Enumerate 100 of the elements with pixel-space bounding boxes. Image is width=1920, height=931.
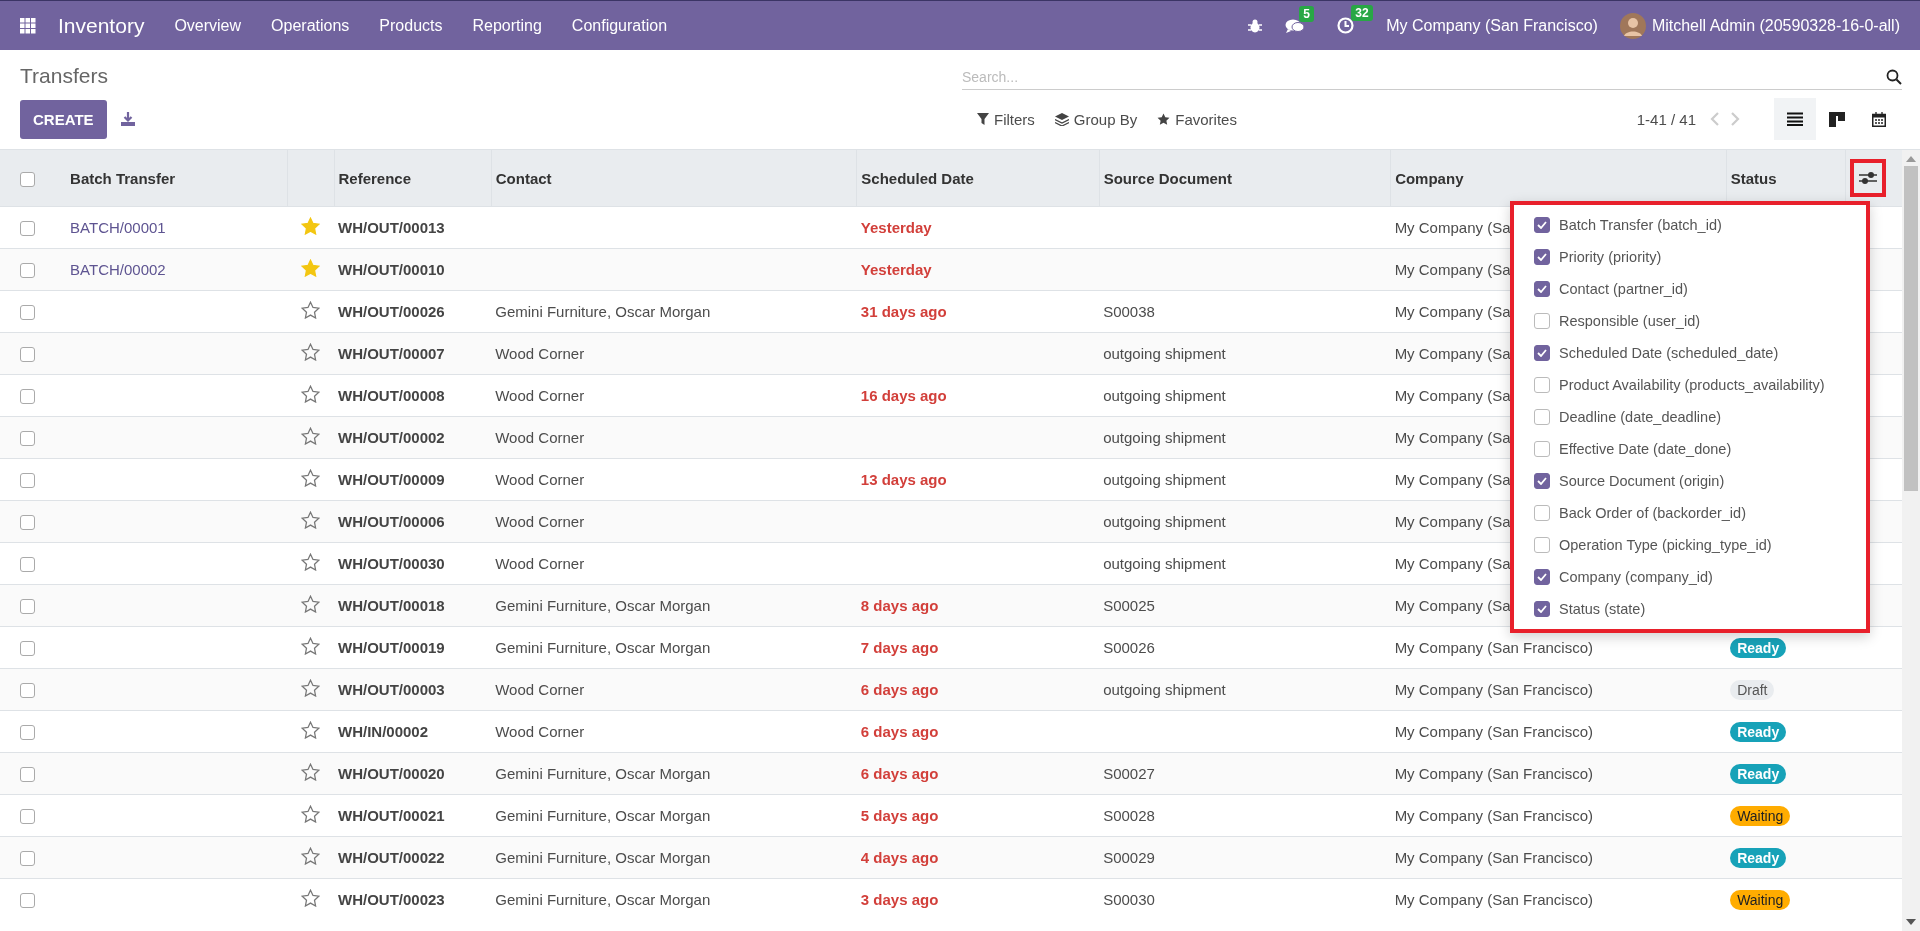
row-checkbox[interactable] bbox=[20, 431, 35, 447]
menu-item[interactable]: Overview bbox=[174, 16, 242, 35]
app-name[interactable]: Inventory bbox=[58, 13, 145, 38]
column-header[interactable]: Reference bbox=[334, 150, 492, 207]
clock-icon[interactable] bbox=[1337, 17, 1355, 34]
checkbox[interactable] bbox=[1534, 569, 1550, 585]
batch-link[interactable]: BATCH/00001 bbox=[70, 219, 166, 236]
star-icon[interactable] bbox=[301, 553, 321, 571]
column-header[interactable]: Contact bbox=[491, 150, 857, 207]
star-icon[interactable] bbox=[301, 259, 321, 277]
column-option[interactable]: Deadline (date_deadline) bbox=[1514, 401, 1866, 433]
row-checkbox[interactable] bbox=[20, 599, 35, 615]
star-icon[interactable] bbox=[301, 889, 321, 907]
table-cell: 7 days ago bbox=[860, 639, 939, 656]
star-icon[interactable] bbox=[301, 763, 321, 781]
column-option[interactable]: Operation Type (picking_type_id) bbox=[1514, 529, 1866, 561]
checkbox[interactable] bbox=[1534, 505, 1550, 521]
star-icon[interactable] bbox=[301, 595, 321, 613]
chat-icon[interactable] bbox=[1285, 17, 1306, 34]
menu-item[interactable]: Products bbox=[379, 16, 443, 35]
row-checkbox[interactable] bbox=[20, 305, 35, 321]
batch-link[interactable]: BATCH/00002 bbox=[70, 261, 166, 278]
menu-item[interactable]: Reporting bbox=[472, 16, 542, 35]
row-checkbox[interactable] bbox=[20, 683, 35, 699]
checkbox[interactable] bbox=[1534, 281, 1550, 297]
star-icon[interactable] bbox=[301, 217, 321, 235]
star-icon[interactable] bbox=[301, 805, 321, 823]
row-checkbox[interactable] bbox=[20, 725, 35, 741]
row-checkbox[interactable] bbox=[20, 851, 35, 867]
checkbox[interactable] bbox=[1534, 217, 1550, 233]
download-icon[interactable] bbox=[120, 112, 135, 126]
user-menu[interactable]: Mitchell Admin (20590328-16-0-all) bbox=[1651, 16, 1900, 35]
row-checkbox[interactable] bbox=[20, 767, 35, 783]
bug-icon[interactable] bbox=[1247, 17, 1264, 34]
view-switch-button[interactable] bbox=[1774, 98, 1816, 140]
apps-grid-icon[interactable] bbox=[20, 17, 36, 34]
column-option[interactable]: Source Document (origin) bbox=[1514, 465, 1866, 497]
optional-columns-toggle[interactable] bbox=[1849, 159, 1886, 197]
pager-value[interactable]: 1-41 / 41 bbox=[1636, 110, 1696, 128]
checkbox[interactable] bbox=[1534, 377, 1550, 393]
star-icon[interactable] bbox=[301, 427, 321, 445]
column-header[interactable]: Company bbox=[1390, 150, 1727, 207]
table-cell: Wood Corner bbox=[495, 555, 585, 572]
column-option[interactable]: Priority (priority) bbox=[1514, 241, 1866, 273]
star-icon[interactable] bbox=[301, 343, 321, 361]
row-checkbox[interactable] bbox=[20, 473, 35, 489]
column-option[interactable]: Batch Transfer (batch_id) bbox=[1514, 209, 1866, 241]
row-checkbox[interactable] bbox=[20, 389, 35, 405]
column-header[interactable]: Batch Transfer bbox=[66, 150, 288, 207]
create-button[interactable]: CREATE bbox=[20, 99, 107, 139]
scrollbar[interactable] bbox=[1902, 150, 1920, 931]
star-icon[interactable] bbox=[301, 721, 321, 739]
column-option[interactable]: Status (state) bbox=[1514, 593, 1866, 625]
avatar-icon[interactable] bbox=[1619, 12, 1646, 39]
company-switcher[interactable]: My Company (San Francisco) bbox=[1386, 16, 1598, 35]
column-option[interactable]: Back Order of (backorder_id) bbox=[1514, 497, 1866, 529]
scroll-up-icon[interactable] bbox=[1906, 156, 1916, 162]
column-option[interactable]: Company (company_id) bbox=[1514, 561, 1866, 593]
star-icon[interactable] bbox=[301, 847, 321, 865]
checkbox[interactable] bbox=[1534, 345, 1550, 361]
column-option[interactable]: Product Availability (products_availability) bbox=[1514, 369, 1866, 401]
menu-item[interactable]: Configuration bbox=[571, 16, 668, 35]
checkbox[interactable] bbox=[1534, 313, 1550, 329]
search-option-button[interactable]: Filters bbox=[971, 106, 1041, 132]
row-checkbox[interactable] bbox=[20, 263, 35, 279]
column-option[interactable]: Contact (partner_id) bbox=[1514, 273, 1866, 305]
table-cell: S00038 bbox=[1103, 303, 1155, 320]
star-icon[interactable] bbox=[301, 301, 321, 319]
row-checkbox[interactable] bbox=[20, 515, 35, 531]
star-icon[interactable] bbox=[301, 679, 321, 697]
row-checkbox[interactable] bbox=[20, 557, 35, 573]
star-icon[interactable] bbox=[301, 511, 321, 529]
row-checkbox[interactable] bbox=[20, 641, 35, 657]
row-checkbox[interactable] bbox=[20, 221, 35, 237]
star-icon[interactable] bbox=[301, 385, 321, 403]
search-option-button[interactable]: Group By bbox=[1048, 106, 1144, 132]
menu-item[interactable]: Operations bbox=[271, 16, 350, 35]
checkbox[interactable] bbox=[1534, 537, 1550, 553]
star-icon[interactable] bbox=[301, 637, 321, 655]
scroll-down-icon[interactable] bbox=[1906, 919, 1916, 925]
column-option[interactable]: Scheduled Date (scheduled_date) bbox=[1514, 337, 1866, 369]
star-icon[interactable] bbox=[301, 469, 321, 487]
select-all-checkbox[interactable] bbox=[20, 171, 35, 187]
checkbox[interactable] bbox=[1534, 441, 1550, 457]
checkbox[interactable] bbox=[1534, 249, 1550, 265]
table-cell: S00030 bbox=[1103, 891, 1155, 908]
row-checkbox[interactable] bbox=[20, 893, 35, 909]
row-checkbox[interactable] bbox=[20, 347, 35, 363]
search-icon[interactable] bbox=[1886, 69, 1902, 85]
checkbox[interactable] bbox=[1534, 601, 1550, 617]
table-cell: S00026 bbox=[1103, 639, 1155, 656]
column-header[interactable]: Scheduled Date bbox=[856, 150, 1100, 207]
column-option[interactable]: Effective Date (date_done) bbox=[1514, 433, 1866, 465]
row-checkbox[interactable] bbox=[20, 809, 35, 825]
search-option-button[interactable]: Favorites bbox=[1151, 106, 1243, 132]
checkbox[interactable] bbox=[1534, 409, 1550, 425]
column-header[interactable]: Source Document bbox=[1099, 150, 1391, 207]
column-option[interactable]: Responsible (user_id) bbox=[1514, 305, 1866, 337]
checkbox[interactable] bbox=[1534, 473, 1550, 489]
table-cell: My Company (San Francisco) bbox=[1394, 681, 1594, 698]
